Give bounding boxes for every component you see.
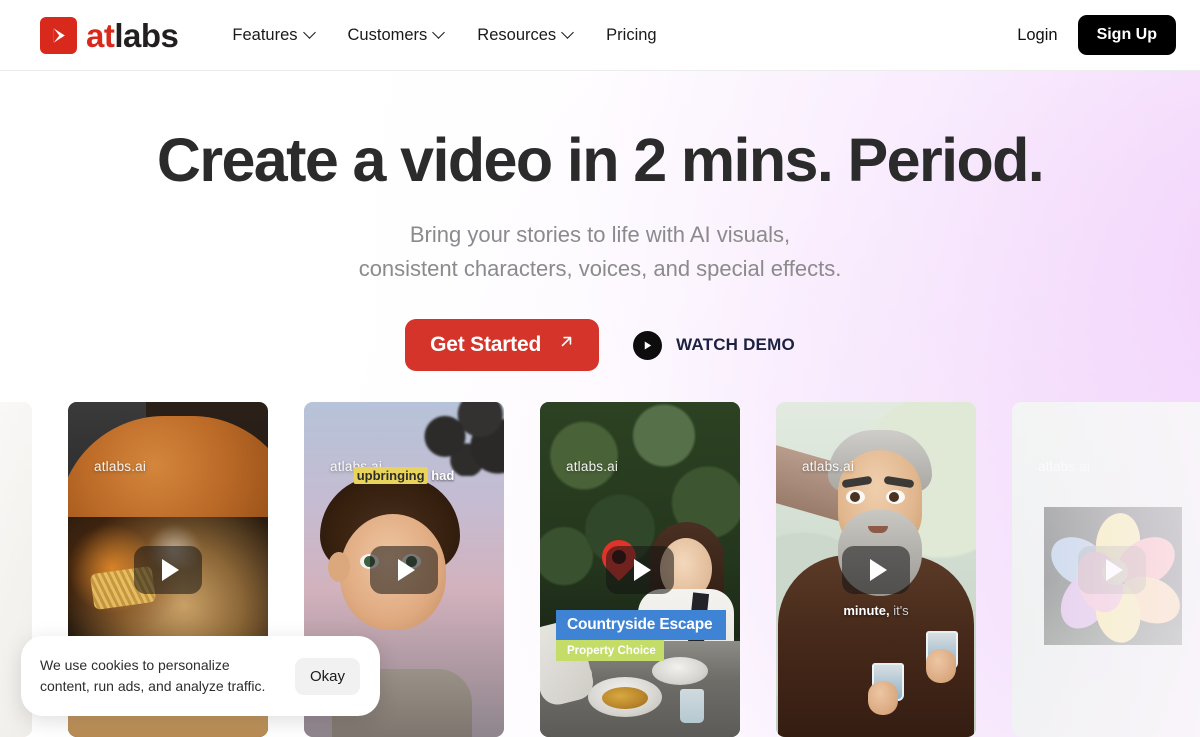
chevron-down-icon [561,25,575,39]
drinking-glass [680,689,704,723]
site-header: atlabs Features Customers Resources Pric… [0,0,1200,71]
primary-nav: Features Customers Resources Pricing [232,26,656,45]
hero-subtitle-line-1: Bring your stories to life with AI visua… [409,221,791,247]
play-button[interactable] [370,545,438,594]
nav-label-customers: Customers [347,25,428,44]
nav-item-features[interactable]: Features [232,25,316,45]
character-hand [926,649,956,683]
nav-label-resources: Resources [477,25,557,44]
caption-highlight: upbringing [353,467,428,484]
page-root: atlabs Features Customers Resources Pric… [0,0,1200,737]
nav-item-pricing[interactable]: Pricing [606,26,656,45]
play-triangle-icon [869,558,887,581]
carousel-card-countryside[interactable]: atlabs.ai Countryside Escape Property Ch… [540,402,740,737]
nav-label-pricing: Pricing [606,25,657,44]
plate [652,657,708,685]
carousel-card-pinwheel[interactable]: beℓieve atlabs.ai [1012,402,1200,737]
cookie-accept-button[interactable]: Okay [294,657,360,695]
video-caption: minute, it's [843,603,908,618]
watch-demo-button[interactable]: WATCH DEMO [633,330,795,360]
character-pupil-left [850,492,860,502]
cookie-consent-text: We use cookies to personalize content, r… [40,656,266,694]
logo[interactable]: atlabs [40,16,179,54]
header-actions: Login Sign Up [1015,15,1176,55]
chevron-down-icon [302,25,316,39]
caption-text: minute, [843,603,890,618]
caption-text: had [431,468,455,483]
nav-item-resources[interactable]: Resources [477,25,575,45]
hero-section: Create a video in 2 mins. Period. Bring … [0,71,1200,372]
logo-text: atlabs [86,16,179,54]
chevron-down-icon [432,25,446,39]
page-title: Create a video in 2 mins. Period. [156,126,1045,194]
get-started-button[interactable]: Get Started [405,319,600,372]
hero-cta-row: Get Started WATCH DEMO [0,319,1200,372]
watermark: atlabs.ai [94,459,147,474]
nav-label-features: Features [232,25,298,44]
play-logo-icon [40,16,77,54]
character-ear [328,552,350,582]
play-circle-icon [633,330,663,360]
foliage-silhouette [412,402,504,476]
cookie-consent-banner: We use cookies to personalize content, r… [21,636,380,716]
food-serving [602,687,648,709]
play-triangle-icon [397,558,415,581]
character-hand [868,681,898,715]
watermark: atlabs.ai [566,459,619,474]
logo-text-labs: labs [114,16,179,54]
video-caption: upbringing had [353,467,455,484]
video-caption-sub: Property Choice [556,640,664,661]
video-caption: Countryside Escape [556,610,726,640]
play-button[interactable] [134,545,202,594]
arrow-up-right-icon [557,332,576,357]
signup-button[interactable]: Sign Up [1077,15,1176,55]
nav-item-customers[interactable]: Customers [347,25,446,45]
play-triangle-icon [161,558,179,581]
login-link[interactable]: Login [1015,20,1059,51]
hero-subtitle: Bring your stories to life with AI visua… [0,218,1200,286]
logo-text-at: at [86,16,115,54]
character-pupil-right [889,492,899,502]
watch-demo-label: WATCH DEMO [676,335,795,355]
watermark: atlabs.ai [802,459,855,474]
play-button[interactable] [842,545,910,594]
carousel-card-elder[interactable]: atlabs.ai minute, it's [776,402,976,737]
play-button[interactable] [606,545,674,594]
get-started-label: Get Started [430,332,542,356]
fade-overlay [1012,402,1200,737]
caption-text-dim: it's [893,603,909,618]
hero-subtitle-line-2: consistent characters, voices, and speci… [358,255,842,281]
play-triangle-icon [633,558,651,581]
